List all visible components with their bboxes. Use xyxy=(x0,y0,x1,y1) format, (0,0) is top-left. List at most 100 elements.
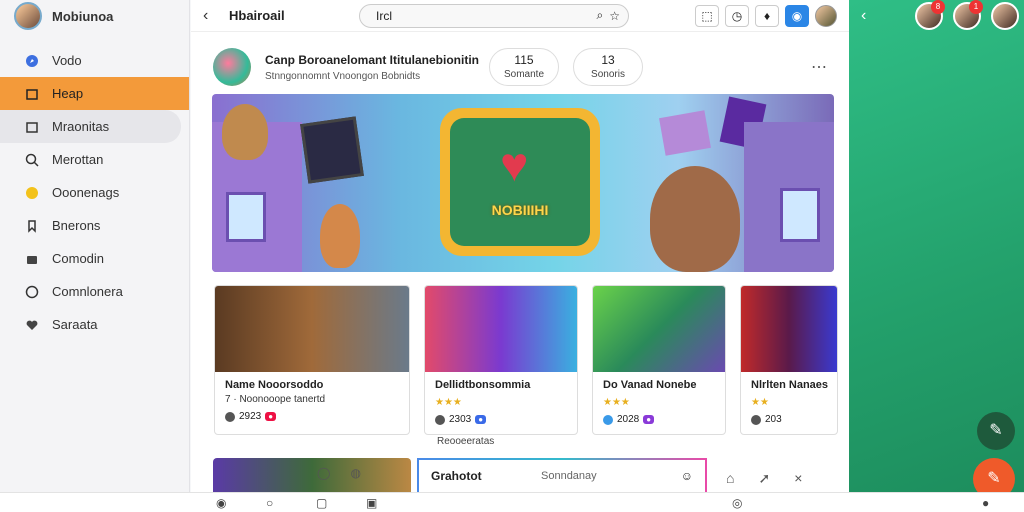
banner-character xyxy=(650,166,740,272)
reaction-row: ◯ ◍ xyxy=(317,466,361,480)
home-icon xyxy=(24,86,40,102)
search-icon[interactable]: ⌕ xyxy=(597,8,604,23)
sidebar-item-merottan[interactable]: Merottan xyxy=(0,143,189,176)
sidebar-item-comnlonera[interactable]: Comnlonera xyxy=(0,275,189,308)
folder-icon xyxy=(24,251,40,267)
banner-window xyxy=(226,192,266,242)
sidebar-item-vodo[interactable]: Vodo xyxy=(0,44,189,77)
card-title: Dellidtbonsommia xyxy=(435,379,531,391)
notification-icon[interactable]: ◎ xyxy=(732,496,742,510)
card-meta: 2923 ● xyxy=(215,405,409,422)
game-card[interactable]: Do Vanad Nonebe ★★★ 2028 ● xyxy=(592,285,726,435)
star-icon[interactable]: ☆ xyxy=(609,9,620,23)
bell-icon[interactable]: ▣ xyxy=(366,496,377,510)
sidebar-item-label: Heap xyxy=(52,86,84,101)
toolbar: ⬚ ◷ ♦ ◉ xyxy=(695,4,837,27)
sidebar-item-label: Comodin xyxy=(52,251,105,266)
badge-icon: ● xyxy=(265,412,277,421)
brand[interactable]: Mobiunoa xyxy=(0,0,189,32)
banner-tv-screen: ♥ NOBIIIHI xyxy=(450,118,590,246)
chat-icon[interactable]: ◯ xyxy=(317,466,330,480)
card-thumbnail xyxy=(215,286,409,372)
card-thumbnail xyxy=(593,286,725,372)
close-icon[interactable]: × xyxy=(794,470,802,487)
search-icon xyxy=(24,152,40,168)
card-title: Do Vanad Nonebe xyxy=(603,379,697,391)
main-panel: ‹ Hbairoail Ircl ⌕ ☆ ⬚ ◷ ♦ ◉ Canp Boroan… xyxy=(191,0,849,494)
avatar[interactable] xyxy=(815,4,837,27)
avatar[interactable]: 1 xyxy=(953,0,983,30)
card-meta: 2303 ● xyxy=(425,408,577,425)
search-input[interactable]: Ircl ⌕ ☆ xyxy=(359,3,629,28)
back-arrow-icon[interactable]: ‹ xyxy=(203,7,219,25)
game-card[interactable]: Nlrlten Nanaes ★★ 203 xyxy=(740,285,838,435)
bottom-bar: ◉ ○ ▢ ▣ ◎ ● xyxy=(0,492,1024,512)
notification-badge: 1 xyxy=(969,0,983,14)
chat-icon xyxy=(24,284,40,300)
sidebar-item-comodin[interactable]: Comodin xyxy=(0,242,189,275)
card-meta-value: 2028 xyxy=(617,414,640,425)
group-avatar[interactable] xyxy=(213,48,251,86)
card-subtitle: 7 · Noonooope tanertd xyxy=(225,394,326,405)
image-icon xyxy=(24,119,40,135)
card-thumbnail[interactable] xyxy=(213,458,411,492)
stat-sessions[interactable]: 13 Sonoris xyxy=(573,48,643,86)
banner-tv: ♥ NOBIIIHI xyxy=(440,108,600,256)
chat-input[interactable]: Grahotot Sonndanay ☺ xyxy=(417,458,707,494)
compose-button[interactable]: ✎ xyxy=(977,412,1015,450)
avatar[interactable] xyxy=(14,2,42,30)
search-icon[interactable]: ○ xyxy=(266,496,273,510)
chat-placeholder: Sonndanay xyxy=(541,470,597,482)
share-icon[interactable]: ⬚ xyxy=(695,4,719,27)
game-card[interactable]: Dellidtbonsommia ★★★ 2303 ● xyxy=(424,285,578,435)
sidebar-item-ooonenags[interactable]: Ooonenags xyxy=(0,176,189,209)
stat-value: 13 xyxy=(601,53,615,67)
more-options-icon[interactable]: ⋯ xyxy=(811,57,827,77)
add-icon[interactable]: ▢ xyxy=(316,496,327,510)
avatar[interactable]: 8 xyxy=(915,0,945,30)
avatar xyxy=(225,411,235,422)
section-label: Reooeeratas xyxy=(437,436,495,447)
search-value: Ircl xyxy=(376,8,392,23)
hero-banner[interactable]: ♥ NOBIIIHI xyxy=(212,94,834,272)
globe-icon[interactable]: ◍ xyxy=(350,466,360,480)
sidebar-item-heap[interactable]: Heap xyxy=(0,77,189,110)
notification-icon[interactable]: ♦ xyxy=(755,4,779,27)
banner-tv-label: NOBIIIHI xyxy=(491,202,549,218)
emoji-icon[interactable]: ☺ xyxy=(681,469,693,483)
sidebar-item-mraonitas[interactable]: Mraonitas xyxy=(0,110,181,143)
banner-window xyxy=(780,188,820,242)
sidebar-item-label: Ooonenags xyxy=(52,185,120,200)
compass-icon xyxy=(24,53,40,69)
bookmark-icon xyxy=(24,218,40,234)
chat-icon[interactable]: ◉ xyxy=(785,4,809,27)
banner-character xyxy=(222,104,268,160)
heart-icon: ♥ xyxy=(500,139,529,192)
card-title: Nlrlten Nanaes xyxy=(751,379,829,391)
group-header: Canp Boroanelomant Ititulanebionitin Stn… xyxy=(191,32,849,92)
sidebar-item-label: Bnerons xyxy=(52,218,101,233)
avatar xyxy=(603,414,613,425)
avatar[interactable]: ● xyxy=(982,496,989,510)
share-icon[interactable]: ➚ xyxy=(758,470,770,487)
star-icon: ★★★ xyxy=(435,397,462,408)
clock-icon[interactable]: ◷ xyxy=(725,4,749,27)
banner-character xyxy=(320,204,360,268)
sidebar-item-label: Mraonitas xyxy=(52,119,110,134)
back-arrow-icon[interactable]: ‹ xyxy=(861,7,877,25)
stat-value: 115 xyxy=(514,53,534,67)
card-meta-value: 2303 xyxy=(449,414,472,425)
stat-members[interactable]: 115 Somante xyxy=(489,48,559,86)
card-thumbnail xyxy=(741,286,837,372)
sidebar-item-label: Vodo xyxy=(52,53,82,68)
home-icon[interactable]: ◉ xyxy=(216,496,226,510)
notification-badge: 8 xyxy=(931,0,945,14)
sidebar-item-bnerons[interactable]: Bnerons xyxy=(0,209,189,242)
stat-label: Somante xyxy=(503,69,545,80)
game-card[interactable]: Name Nooorsoddo 7 · Noonooope tanertd 29… xyxy=(214,285,410,435)
sidebar-item-saraata[interactable]: Saraata xyxy=(0,308,189,341)
page-title: Hbairoail xyxy=(229,8,285,23)
pin-icon[interactable]: ⌂ xyxy=(726,470,734,487)
card-row: Name Nooorsoddo 7 · Noonooope tanertd 29… xyxy=(214,285,849,435)
avatar[interactable] xyxy=(991,2,1019,30)
